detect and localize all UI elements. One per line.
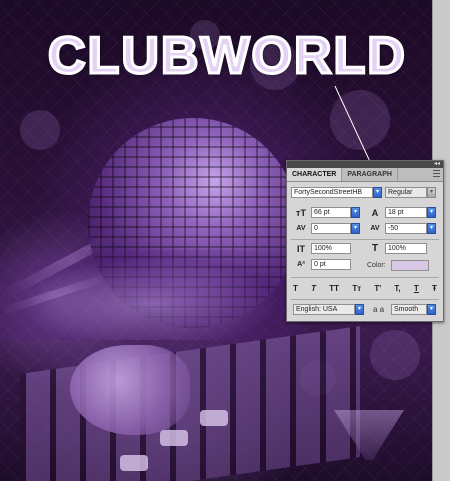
leading-icon: A (371, 208, 379, 218)
dj-hand (70, 345, 190, 435)
color-swatch[interactable] (391, 260, 429, 271)
font-row: FortySecondStreetHB ▾ Regular ▾ (287, 187, 443, 200)
language-field[interactable]: English: USA (293, 304, 355, 315)
double-arrow-icon[interactable]: ◂◂ (434, 160, 440, 168)
baseline-shift-icon: Aª (297, 261, 305, 268)
all-caps-button[interactable]: TT (329, 283, 339, 295)
chevron-down-icon[interactable]: ▾ (373, 187, 382, 198)
kerning-icon: AV (296, 225, 306, 232)
chevron-down-icon[interactable]: ▾ (427, 207, 436, 218)
scale-row: IT 100% T 100% (287, 243, 443, 256)
font-family-field[interactable]: FortySecondStreetHB (291, 187, 373, 198)
divider (291, 239, 439, 240)
tracking-icon: AV (370, 225, 380, 232)
mixer-knob (120, 455, 148, 471)
leading-field[interactable]: 18 pt (385, 207, 427, 218)
tab-paragraph[interactable]: PARAGRAPH (342, 168, 398, 181)
size-row: ᴛT 66 pt ▾ A 18 pt ▾ (287, 207, 443, 220)
panel-title-bar[interactable]: ◂◂ (287, 161, 443, 168)
baseline-shift-field[interactable]: 0 pt (311, 259, 351, 270)
strikethrough-button[interactable]: Ŧ (432, 283, 437, 295)
antialias-icon: a a (373, 305, 385, 314)
panel-tabs: CHARACTER PARAGRAPH (287, 168, 443, 182)
faux-italic-button[interactable]: T (311, 283, 316, 295)
type-style-buttons: T T TT Tт T' T, T Ŧ (293, 283, 437, 295)
divider (291, 299, 439, 300)
small-caps-button[interactable]: Tт (352, 283, 361, 295)
crowd-silhouette (0, 250, 300, 340)
chevron-down-icon[interactable]: ▾ (351, 223, 360, 234)
font-style-field[interactable]: Regular (385, 187, 427, 198)
character-panel[interactable]: ◂◂ CHARACTER PARAGRAPH FortySecondStreet… (286, 160, 444, 322)
kerning-row: AV 0 ▾ AV -50 ▾ (287, 223, 443, 236)
language-row: English: USA ▾ a a Smooth ▾ (287, 304, 443, 317)
vertical-scale-icon: IT (297, 244, 305, 254)
antialias-field[interactable]: Smooth (391, 304, 427, 315)
horizontal-scale-field[interactable]: 100% (385, 243, 427, 254)
faux-bold-button[interactable]: T (293, 283, 298, 295)
mixer-knob (160, 430, 188, 446)
mixer-knob (200, 410, 228, 426)
kerning-field[interactable]: 0 (311, 223, 351, 234)
baseline-row: Aª 0 pt Color: (287, 259, 443, 272)
font-size-icon: ᴛT (296, 208, 306, 218)
underline-button[interactable]: T (414, 283, 419, 295)
chevron-down-icon[interactable]: ▾ (427, 187, 436, 198)
superscript-button[interactable]: T' (374, 283, 381, 295)
tracking-field[interactable]: -50 (385, 223, 427, 234)
subscript-button[interactable]: T, (394, 283, 400, 295)
chevron-down-icon[interactable]: ▾ (351, 207, 360, 218)
chevron-down-icon[interactable]: ▾ (427, 304, 436, 315)
horizontal-scale-icon: T (371, 243, 379, 254)
panel-menu-icon[interactable] (433, 170, 440, 178)
vertical-scale-field[interactable]: 100% (311, 243, 351, 254)
font-size-field[interactable]: 66 pt (311, 207, 351, 218)
chevron-down-icon[interactable]: ▾ (427, 223, 436, 234)
divider (291, 277, 439, 278)
tab-character[interactable]: CHARACTER (287, 168, 343, 181)
clubworld-title-text[interactable]: CLUBWORLD (47, 26, 407, 87)
color-label: Color: (367, 262, 386, 269)
chevron-down-icon[interactable]: ▾ (355, 304, 364, 315)
